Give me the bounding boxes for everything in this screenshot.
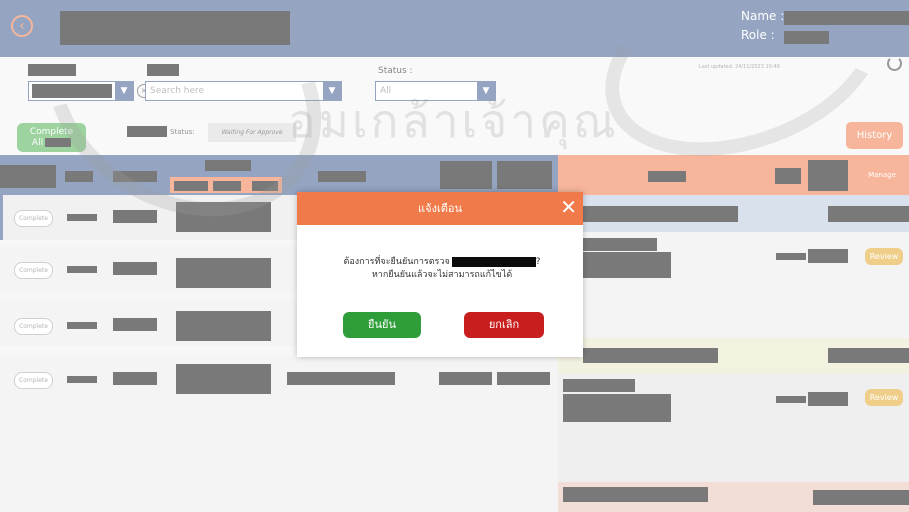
close-icon[interactable]: ✕ xyxy=(560,192,577,222)
dialog-message-line1: ต้องการที่จะยืนยันการตรวจ xyxy=(343,257,450,267)
dialog-title: แจ้งเตือน xyxy=(297,192,583,225)
dialog-message: ต้องการที่จะยืนยันการตรวจ? หากยืนยันแล้ว… xyxy=(317,256,567,282)
dialog-message-q: ? xyxy=(535,257,541,267)
dialog-message-line2: หากยืนยันแล้วจะไม่สามารถแก้ไขได้ xyxy=(371,270,513,280)
confirm-dialog: แจ้งเตือน ✕ ต้องการที่จะยืนยันการตรวจ? ห… xyxy=(297,192,583,357)
redacted-text xyxy=(451,256,536,267)
cancel-button[interactable]: ยกเลิก xyxy=(464,312,544,338)
confirm-button[interactable]: ยืนยัน xyxy=(343,312,421,338)
